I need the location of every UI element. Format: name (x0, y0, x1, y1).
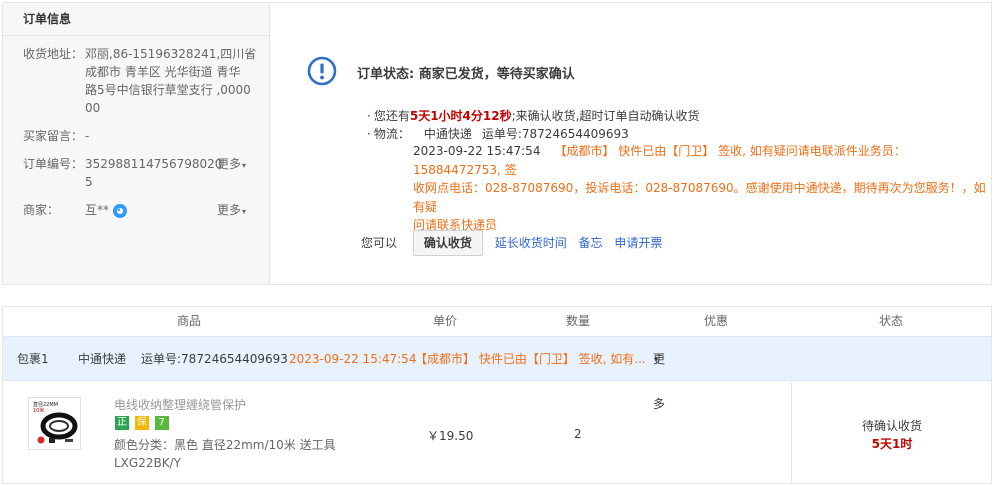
product-image: 直径22MM 10米 (29, 398, 80, 449)
thumb-label-2: 10米 (33, 407, 44, 414)
header-price: 单价 (433, 314, 458, 328)
invoice-link[interactable]: 申请开票 (614, 236, 662, 250)
package-row: 包裹1 中通快递 运单号:78724654409693 2023-09-22 1… (3, 336, 991, 411)
order-status-title: 订单状态: 商家已发货，等待买家确认 (357, 67, 575, 82)
address-line-2: 成都市 青羊区 光华街道 青华 (85, 65, 241, 79)
logistics-line: · 物流： 中通快递 运单号:78724654409693 (367, 126, 629, 143)
bullet-dot: · (367, 127, 371, 141)
header-status: 状态 (879, 314, 904, 328)
seven-day-return-badge-icon[interactable]: 7 (154, 416, 169, 430)
item-status-cell: 待确认收货 5天1时 (791, 382, 991, 483)
address-label: 收货地址： (23, 47, 84, 61)
address-line-1: 邓丽,86-15196328241,四川省 (85, 47, 257, 61)
order-number-more-link[interactable]: 更多▾ (217, 155, 246, 175)
order-info-panel: 订单信息 收货地址： 邓丽,86-15196328241,四川省 成都市 青羊区… (3, 3, 270, 284)
logistics-log: 2023-09-22 15:47:54 【成都市】 快件已由【门卫】 签收, 如有… (413, 142, 991, 235)
table-row: 直径22MM 10米 电线收纳整理缠绕管保护 正 保 7 颜色分类：黑色 直径2… (3, 382, 991, 483)
buyer-message-label: 买家留言： (23, 129, 84, 143)
extend-receipt-link[interactable]: 延长收货时间 (495, 236, 567, 250)
seller-name: 互** (85, 203, 110, 217)
header-product: 商品 (177, 314, 202, 328)
order-number-line-2: 5 (85, 175, 93, 189)
item-status-countdown: 5天1时 (871, 437, 913, 451)
product-attr-line-2: LXG22BK/Y (114, 456, 181, 470)
package-carrier: 中通快递 (78, 352, 127, 366)
buyer-message-value: - (85, 129, 90, 143)
package-time: 2023-09-22 15:47:54 (289, 352, 417, 366)
product-attributes: 颜色分类：黑色 直径22mm/10米 送工具 LXG22BK/Y (114, 436, 336, 472)
order-status-panel: 订单状态: 商家已发货，等待买家确认 · 您还有5天1小时4分12秒;来确认收货,… (271, 3, 991, 284)
seller-more-link[interactable]: 更多▾ (217, 201, 246, 221)
confirm-receipt-button[interactable]: 确认收货 (412, 230, 483, 256)
header-discount: 优惠 (704, 314, 729, 328)
countdown-line: · 您还有5天1小时4分12秒;来确认收货,超时订单自动确认收货 (367, 108, 699, 125)
more-label: 更多 (217, 157, 242, 171)
order-number-label: 订单编号： (23, 157, 84, 171)
item-quantity: 2 (574, 427, 582, 441)
item-price: ￥19.50 (427, 429, 474, 443)
bullet-dot: · (367, 109, 371, 123)
action-row: 您可以 确认收货 延长收货时间 备忘 申请开票 (361, 230, 662, 256)
package-tracking: 运单号:78724654409693 (141, 352, 288, 366)
order-number-line-1: 352988114756798020 (85, 157, 223, 171)
chevron-down-icon: ▾ (242, 207, 247, 216)
service-badges: 正 保 7 (115, 416, 171, 430)
genuine-badge-icon[interactable]: 正 (115, 416, 129, 430)
log-time: 2023-09-22 15:47:54 (413, 144, 541, 158)
order-info-title: 订单信息 (3, 3, 269, 36)
countdown-value: 5天1小时4分12秒 (409, 109, 512, 123)
table-header: 商品 单价 数量 优惠 状态 (3, 307, 991, 336)
address-line-4: 00 (85, 101, 101, 115)
product-thumbnail[interactable]: 直径22MM 10米 (28, 397, 81, 450)
address-line-3: 路5号中信银行草堂支行 ,0000 (85, 83, 251, 97)
product-attr-line-1: 颜色分类：黑色 直径22mm/10米 送工具 (114, 438, 336, 452)
thumb-label: 直径22MM (33, 401, 58, 408)
actions-label: 您可以 (361, 236, 398, 250)
guarantee-badge-icon[interactable]: 保 (134, 416, 149, 430)
countdown-suffix: ;来确认收货,超时订单自动确认收货 (511, 109, 700, 123)
more-label: 更多 (217, 203, 242, 217)
package-summary: 【成都市】 快件已由【门卫】 签收, 如有... (415, 352, 646, 366)
chevron-down-icon: ▾ (654, 355, 659, 364)
item-status-text: 待确认收货 (861, 419, 922, 433)
memo-link[interactable]: 备忘 (579, 236, 603, 250)
package-label: 包裹1 (17, 352, 49, 366)
countdown-prefix: 您还有 (373, 109, 410, 123)
exclamation-circle-icon (307, 56, 337, 86)
log-line-2: 收网点电话：028-87087690，投诉电话：028-87087690。感谢使… (413, 181, 986, 214)
address-row: 收货地址： 邓丽,86-15196328241,四川省 成都市 青羊区 光华街道… (23, 45, 263, 119)
order-card: 订单信息 收货地址： 邓丽,86-15196328241,四川省 成都市 青羊区… (2, 2, 992, 285)
items-table: 商品 单价 数量 优惠 状态 包裹1 中通快递 运单号:787246544096… (2, 306, 992, 484)
product-title[interactable]: 电线收纳整理缠绕管保护 (114, 396, 246, 413)
seller-name-wrap: 互** ◕ (85, 201, 128, 219)
tracking-number: 运单号:78724654409693 (481, 127, 629, 141)
carrier-name: 中通快递 (423, 127, 472, 141)
header-qty: 数量 (566, 314, 591, 328)
logistics-label: 物流： (373, 127, 410, 141)
chat-icon[interactable]: ◕ (113, 203, 128, 218)
order-number-row: 订单编号： 352988114756798020 5 更多▾ (23, 155, 263, 191)
seller-row: 商家： 互** ◕ 更多▾ (23, 201, 263, 221)
buyer-message-row: 买家留言： - (23, 127, 263, 145)
seller-label: 商家： (23, 203, 60, 217)
chevron-down-icon: ▾ (242, 161, 247, 170)
